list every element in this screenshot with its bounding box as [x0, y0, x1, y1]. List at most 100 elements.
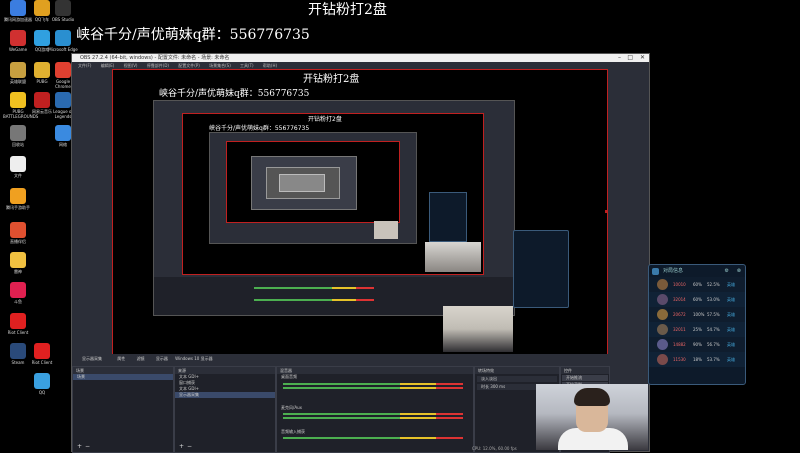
player-tag[interactable]: 英雄: [727, 307, 735, 322]
player-row[interactable]: 10010 60% 52.5% 英雄: [649, 277, 745, 292]
desktop-icon-label: 回收站: [12, 142, 24, 147]
filters-button[interactable]: 滤镜: [137, 356, 145, 361]
stream-title: 开钻粉打2盘: [308, 2, 387, 18]
close-icon[interactable]: ✕: [640, 54, 645, 62]
properties-button[interactable]: 属性: [117, 356, 125, 361]
app-icon: [10, 222, 26, 238]
desktop-icon[interactable]: 斗鱼: [3, 282, 33, 304]
desktop-icon[interactable]: 直播伴侣: [3, 222, 33, 244]
source-item[interactable]: 显示器采集: [175, 392, 275, 398]
desktop-icon[interactable]: 文件: [3, 156, 33, 178]
volume-meter: [283, 437, 463, 439]
remove-scene-button[interactable]: −: [85, 443, 90, 450]
menu-help[interactable]: 帮助(H): [263, 63, 277, 68]
player-score: 100%: [693, 312, 705, 317]
mixer-channel-label: 音频输入捕获: [281, 429, 305, 434]
toolbar-source-name: 显示器采集: [82, 356, 102, 361]
app-icon: [10, 188, 26, 204]
nested-webcam-3: [374, 221, 398, 239]
close-icon[interactable]: ⊗: [737, 265, 741, 277]
source-toolbar: 显示器采集 属性 滤镜 显示器 Windows 10 显示器: [72, 354, 649, 364]
desktop-icon-label: 直播伴侣: [10, 239, 26, 244]
player-tag[interactable]: 英雄: [727, 337, 735, 352]
nested-obs-5: [279, 174, 325, 192]
app-icon: [10, 92, 26, 108]
player-level: 10010: [673, 282, 686, 287]
menu-view[interactable]: 视图(V): [124, 63, 138, 68]
desktop-icon[interactable]: 腾讯手游助手: [3, 188, 33, 210]
desktop-icon[interactable]: Microsoft Edge: [48, 30, 78, 52]
desktop-icon-label: 腾讯手游助手: [6, 205, 30, 210]
app-icon: [55, 92, 71, 108]
desktop-icon[interactable]: 雷神: [3, 252, 33, 274]
desktop-icon-label: 斗鱼: [14, 299, 22, 304]
preview-canvas[interactable]: 开钻粉打2盘 峡谷千分/声优萌妹q群：556776735 开钻粉打2盘 峡谷千分…: [112, 69, 608, 355]
menu-file[interactable]: 文件(F): [78, 63, 91, 68]
desktop-icon[interactable]: OBS Studio: [48, 0, 78, 22]
menu-edit[interactable]: 编辑(E): [101, 63, 115, 68]
stream-subtitle: 峡谷千分/声优萌妹q群：556776735: [76, 27, 310, 43]
nested-subtitle-1: 峡谷千分/声优萌妹q群：556776735: [209, 125, 310, 132]
selection-handle[interactable]: [605, 210, 608, 213]
player-tag[interactable]: 英雄: [727, 352, 735, 367]
player-tag[interactable]: 英雄: [727, 292, 735, 307]
nested-obs-1: 开钻粉打2盘 峡谷千分/声优萌妹q群：556776735: [153, 100, 515, 316]
player-row[interactable]: 20672 100% 57.5% 英雄: [649, 307, 745, 322]
settings-icon[interactable]: ⚙: [725, 265, 729, 277]
controls-dock-title: 控件: [561, 367, 609, 374]
player-tag[interactable]: 英雄: [727, 277, 735, 292]
app-icon: [55, 30, 71, 46]
volume-meter: [283, 413, 463, 415]
player-rate: 57.5%: [707, 312, 720, 317]
mixer-channel-label: 桌面音频: [281, 374, 297, 379]
panel-rows: 10010 60% 52.5% 英雄 32014 60% 53.0% 英雄 20672 100% 5…: [649, 277, 745, 367]
add-source-button[interactable]: +: [179, 443, 184, 450]
app-icon: [55, 62, 71, 78]
app-icon: [10, 62, 26, 78]
player-score: 25%: [693, 327, 702, 332]
remove-source-button[interactable]: −: [187, 443, 192, 450]
player-rate: 53.7%: [707, 357, 720, 362]
desktop-icon[interactable]: QQ: [27, 373, 57, 395]
app-icon: [10, 30, 26, 46]
display-select[interactable]: Windows 10 显示器: [175, 356, 213, 361]
desktop-icon-label: Riot Client: [7, 330, 29, 335]
minimize-icon[interactable]: –: [618, 54, 621, 62]
add-scene-button[interactable]: +: [77, 443, 82, 450]
player-tag[interactable]: 英雄: [727, 322, 735, 337]
app-icon: [10, 343, 26, 359]
menu-scene-collection[interactable]: 场景集合(S): [209, 63, 231, 68]
menu-tools[interactable]: 工具(T): [240, 63, 254, 68]
desktop-icon[interactable]: 回收站: [3, 125, 33, 147]
scenes-dock-title: 场景: [73, 367, 173, 374]
desktop-icon[interactable]: Riot Client: [3, 313, 33, 335]
player-level: 20672: [673, 312, 686, 317]
transitions-dock-title: 转场特效: [475, 367, 559, 374]
player-row[interactable]: 32014 60% 53.0% 英雄: [649, 292, 745, 307]
nested-preview-2: [226, 141, 400, 223]
transition-select[interactable]: 淡入淡出: [477, 376, 557, 382]
volume-meter: [283, 387, 463, 389]
webcam-hair: [574, 388, 610, 406]
nested-panel-1: [513, 230, 569, 308]
webcam-feed: [536, 384, 648, 450]
champion-avatar: [657, 309, 668, 320]
start-streaming-button[interactable]: 开始推流: [562, 375, 608, 381]
obs-titlebar: OBS 27.2.4 (64-bit, windows) - 配置文件: 未命名…: [72, 54, 649, 62]
menu-profile[interactable]: 配置文件(P): [178, 63, 200, 68]
scene-item[interactable]: 场景: [73, 374, 173, 380]
player-score: 18%: [693, 357, 702, 362]
nested-title-1: 开钻粉打2盘: [308, 116, 342, 123]
desktop-icon-label: Microsoft Edge: [48, 47, 78, 52]
app-icon: [10, 313, 26, 329]
player-row[interactable]: 32011 25% 54.7% 英雄: [649, 322, 745, 337]
player-row[interactable]: 14882 90% 56.7% 英雄: [649, 337, 745, 352]
match-info-panel: 对局信息 ⚙ ⊗ 10010 60% 52.5% 英雄 32014 60% 53.0% 英雄 2…: [648, 264, 746, 385]
desktop-icon[interactable]: Riot Client: [27, 343, 57, 365]
maximize-icon[interactable]: □: [627, 54, 633, 62]
desktop-icon-label: Riot Client: [31, 360, 53, 365]
window-title: OBS 27.2.4 (64-bit, windows) - 配置文件: 未命名…: [80, 55, 230, 61]
nested-panel-2: [429, 192, 467, 242]
player-row[interactable]: 11530 18% 53.7% 英雄: [649, 352, 745, 367]
menu-docks[interactable]: 停靠部件(D): [147, 63, 169, 68]
